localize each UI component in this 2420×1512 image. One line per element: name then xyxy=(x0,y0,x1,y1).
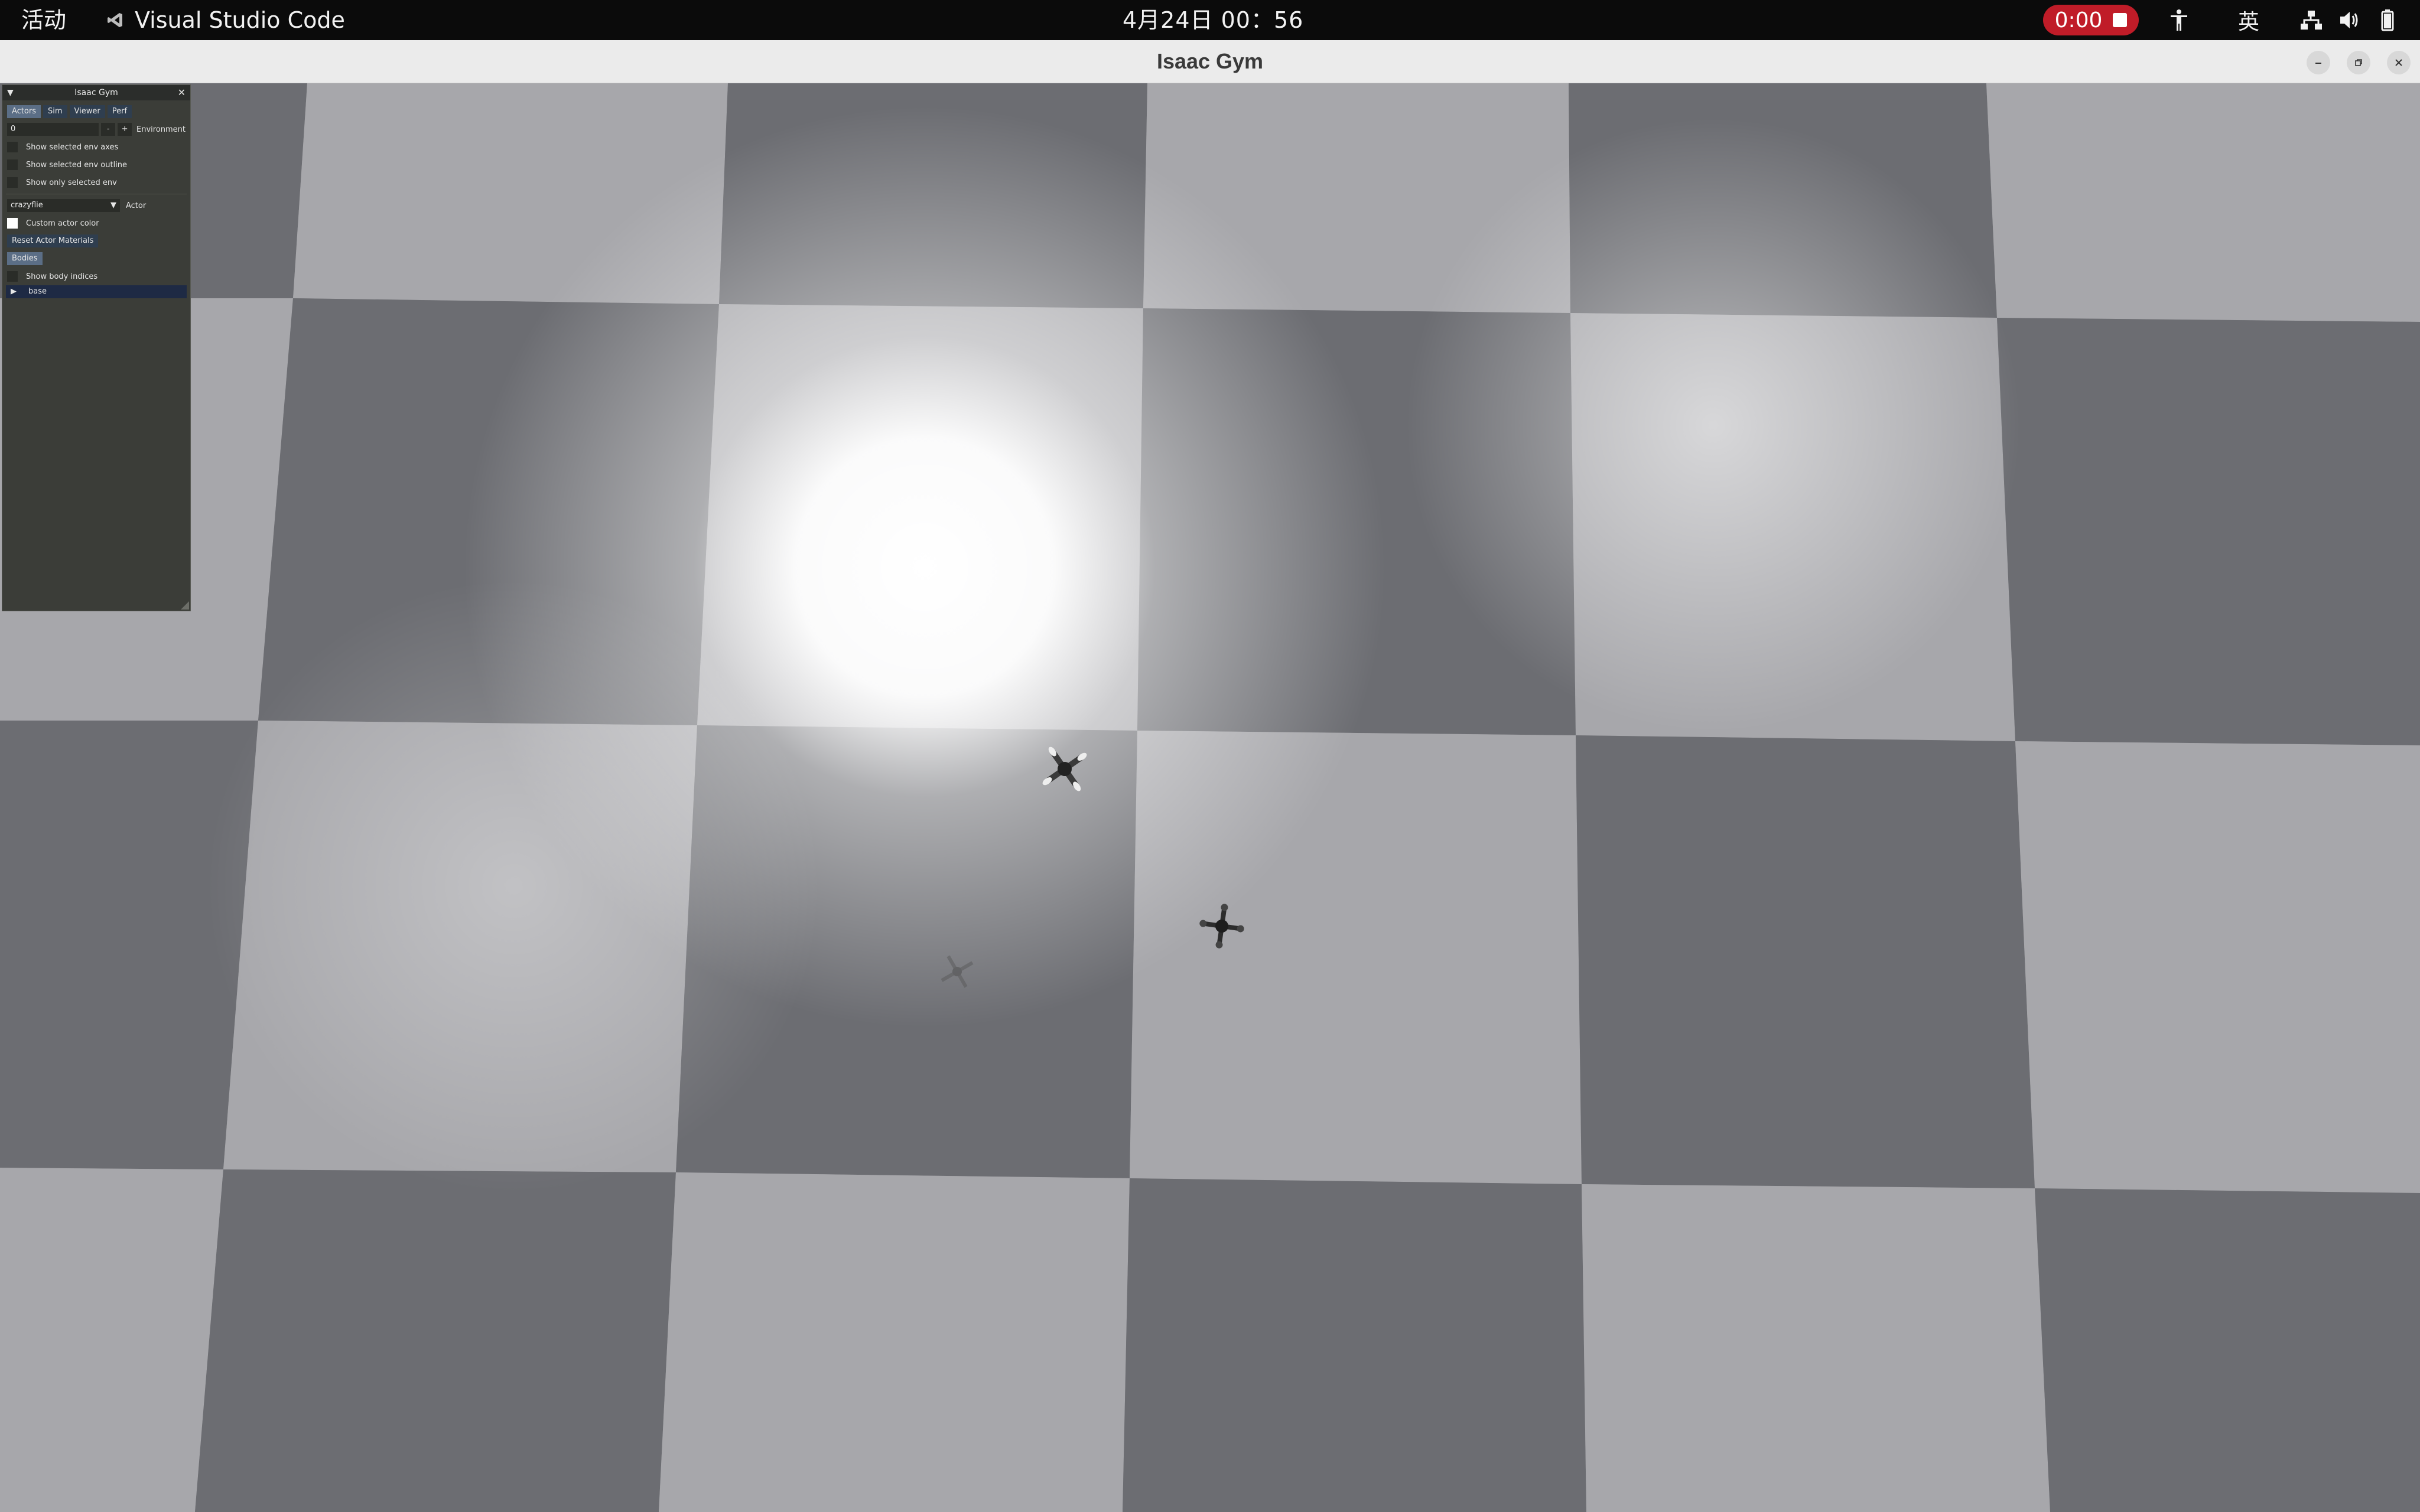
volume-icon[interactable] xyxy=(2335,0,2364,40)
tab-actors[interactable]: Actors xyxy=(7,105,41,118)
restore-icon xyxy=(2355,59,2362,66)
tab-sim[interactable]: Sim xyxy=(43,105,67,118)
show-env-axes-checkbox[interactable] xyxy=(7,142,18,152)
isaac-gym-panel[interactable]: ▼ Isaac Gym ✕ Actors Sim Viewer Perf 0 -… xyxy=(2,84,191,611)
show-env-outline-label: Show selected env outline xyxy=(26,160,128,170)
collapse-icon[interactable]: ▼ xyxy=(7,85,14,100)
app-name: Visual Studio Code xyxy=(135,7,345,33)
show-env-outline-row: Show selected env outline xyxy=(2,156,190,174)
recording-time: 0:00 xyxy=(2054,8,2103,32)
checkerboard-ground xyxy=(0,83,2420,1512)
show-env-outline-checkbox[interactable] xyxy=(7,159,18,170)
environment-label: Environment xyxy=(136,125,186,134)
screen-recording-indicator[interactable]: 0:00 xyxy=(2043,5,2139,35)
activities-button[interactable]: 活动 xyxy=(21,0,66,40)
show-body-indices-row: Show body indices xyxy=(2,268,190,285)
minimize-icon xyxy=(2315,63,2321,64)
show-body-indices-label: Show body indices xyxy=(26,272,98,281)
reset-actor-materials-button[interactable]: Reset Actor Materials xyxy=(7,234,99,247)
bodies-row: Bodies xyxy=(2,250,190,268)
reset-row: Reset Actor Materials xyxy=(2,232,190,250)
battery-icon[interactable] xyxy=(2373,0,2402,40)
minimize-button[interactable] xyxy=(2307,51,2330,74)
tree-item-label: base xyxy=(28,287,47,296)
window-titlebar[interactable]: Isaac Gym xyxy=(0,40,2420,83)
panel-titlebar[interactable]: ▼ Isaac Gym ✕ xyxy=(2,85,190,100)
tree-item-base[interactable]: ▶ base xyxy=(6,285,187,298)
show-body-indices-checkbox[interactable] xyxy=(7,271,18,282)
top-bar: 活动 Visual Studio Code 4月24日 00：56 0:00 英 xyxy=(0,0,2420,40)
panel-tabs: Actors Sim Viewer Perf xyxy=(2,100,190,120)
environment-row: 0 - + Environment xyxy=(2,120,190,138)
environment-decrement-button[interactable]: - xyxy=(101,123,116,136)
dropdown-arrow-icon: ▼ xyxy=(110,201,116,210)
close-button[interactable] xyxy=(2387,51,2411,74)
accessibility-icon[interactable] xyxy=(2162,0,2195,40)
environment-input[interactable]: 0 xyxy=(7,123,99,136)
clock[interactable]: 4月24日 00：56 xyxy=(1123,0,1303,40)
custom-actor-color-row: Custom actor color xyxy=(2,214,190,232)
actor-select-value: crazyflie xyxy=(11,201,43,210)
tab-perf[interactable]: Perf xyxy=(107,105,132,118)
resize-grip[interactable] xyxy=(181,601,189,610)
actor-select[interactable]: crazyflie ▼ xyxy=(7,199,120,212)
input-method-indicator[interactable]: 英 xyxy=(2232,0,2265,40)
app-menu[interactable]: Visual Studio Code xyxy=(106,0,345,40)
stop-icon xyxy=(2113,13,2128,27)
close-icon xyxy=(2395,59,2402,66)
tab-viewer[interactable]: Viewer xyxy=(69,105,105,118)
show-only-env-row: Show only selected env xyxy=(2,174,190,191)
expand-arrow-icon[interactable]: ▶ xyxy=(11,285,17,298)
simulation-viewport[interactable] xyxy=(0,83,2420,1512)
network-icon[interactable] xyxy=(2295,0,2328,40)
window-title: Isaac Gym xyxy=(1156,49,1264,73)
bodies-header[interactable]: Bodies xyxy=(7,252,43,265)
custom-actor-color-label: Custom actor color xyxy=(26,219,99,228)
show-env-axes-row: Show selected env axes xyxy=(2,138,190,156)
panel-close-icon[interactable]: ✕ xyxy=(178,85,186,100)
vscode-icon xyxy=(108,13,122,27)
panel-title: Isaac Gym xyxy=(74,88,118,97)
actor-row: crazyflie ▼ Actor xyxy=(2,197,190,214)
actor-label: Actor xyxy=(126,201,147,210)
show-only-env-label: Show only selected env xyxy=(26,178,117,187)
environment-increment-button[interactable]: + xyxy=(118,123,132,136)
show-only-env-checkbox[interactable] xyxy=(7,177,18,188)
custom-actor-color-checkbox[interactable] xyxy=(7,218,18,229)
maximize-button[interactable] xyxy=(2347,51,2370,74)
show-env-axes-label: Show selected env axes xyxy=(26,142,119,152)
